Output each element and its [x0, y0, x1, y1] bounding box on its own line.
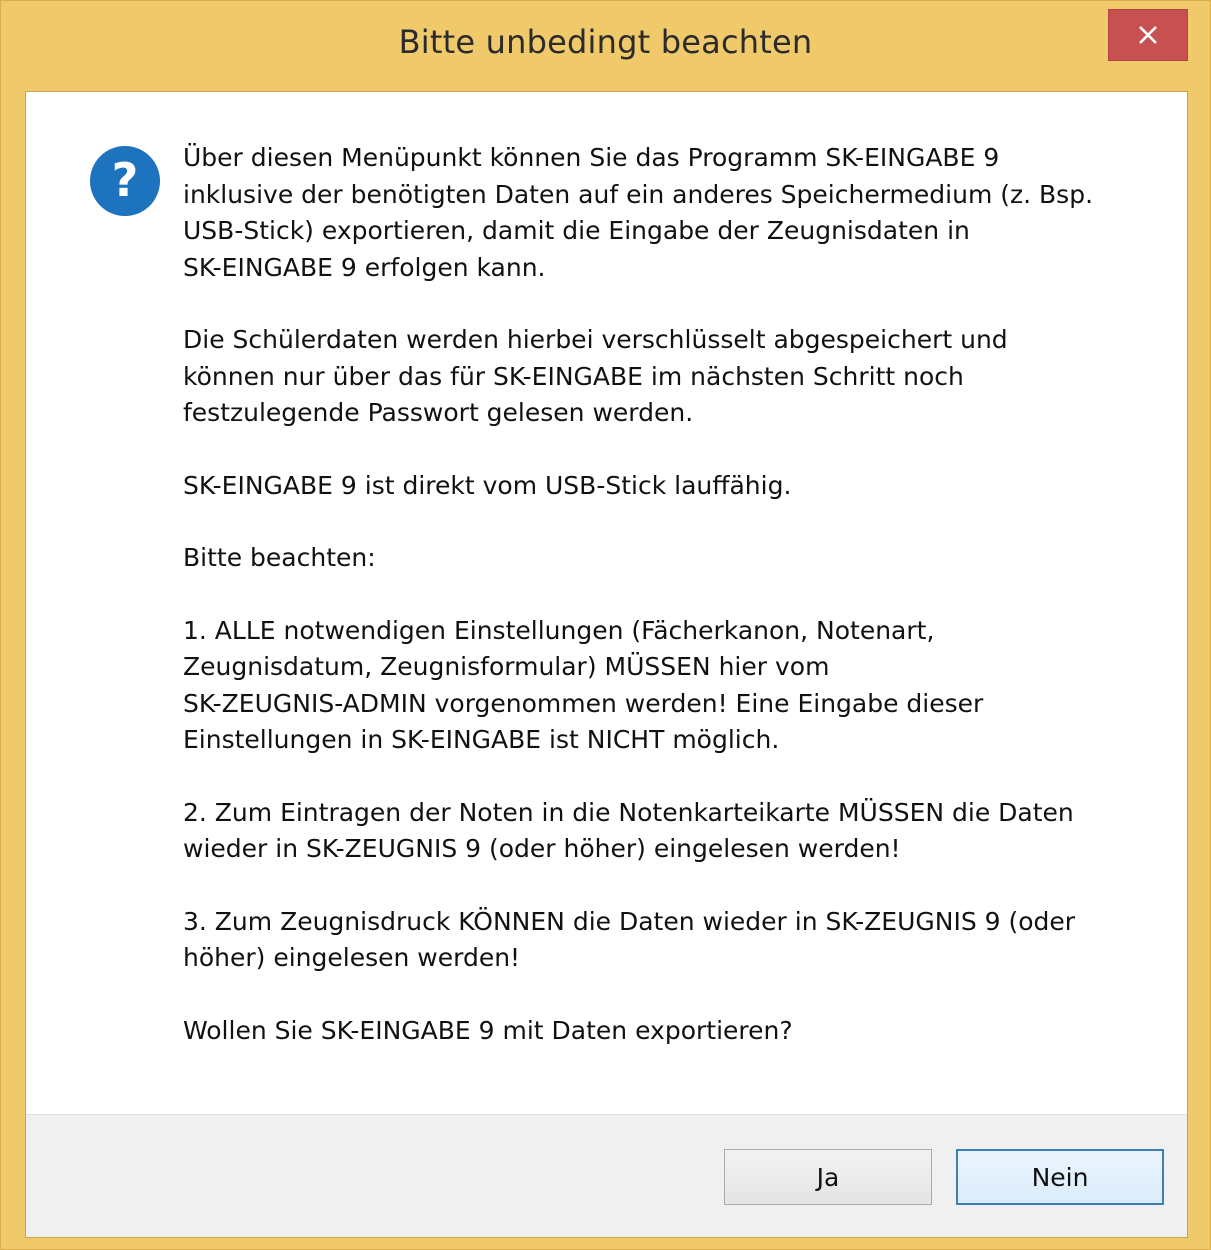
- paragraph-intro: Über diesen Menüpunkt können Sie das Pro…: [183, 143, 1094, 282]
- button-bar: Ja Nein: [26, 1114, 1187, 1237]
- message-text: Über diesen Menüpunkt können Sie das Pro…: [183, 140, 1143, 1085]
- dialog-window: Bitte unbedingt beachten ? Über diesen M…: [0, 0, 1211, 1250]
- question-icon: ?: [90, 146, 160, 216]
- yes-button[interactable]: Ja: [724, 1149, 932, 1205]
- paragraph-encryption: Die Schülerdaten werden hierbei verschlü…: [183, 325, 1008, 427]
- paragraph-point-1: 1. ALLE notwendigen Einstellungen (Fäche…: [183, 615, 984, 755]
- close-icon: [1139, 26, 1157, 44]
- close-button[interactable]: [1108, 9, 1188, 61]
- dialog-content: ? Über diesen Menüpunkt können Sie das P…: [25, 91, 1188, 1238]
- title-bar[interactable]: Bitte unbedingt beachten: [1, 1, 1210, 91]
- no-button[interactable]: Nein: [956, 1149, 1164, 1205]
- paragraph-usb: SK-EINGABE 9 ist direkt vom USB-Stick la…: [183, 470, 792, 500]
- paragraph-question: Wollen Sie SK-EINGABE 9 mit Daten export…: [183, 1015, 793, 1045]
- paragraph-point-3: 3. Zum Zeugnisdruck KÖNNEN die Daten wie…: [183, 906, 1076, 973]
- svg-text:?: ?: [112, 153, 139, 207]
- dialog-title: Bitte unbedingt beachten: [398, 23, 813, 61]
- paragraph-point-2: 2. Zum Eintragen der Noten in die Notenk…: [183, 797, 1074, 864]
- paragraph-note-heading: Bitte beachten:: [183, 543, 376, 572]
